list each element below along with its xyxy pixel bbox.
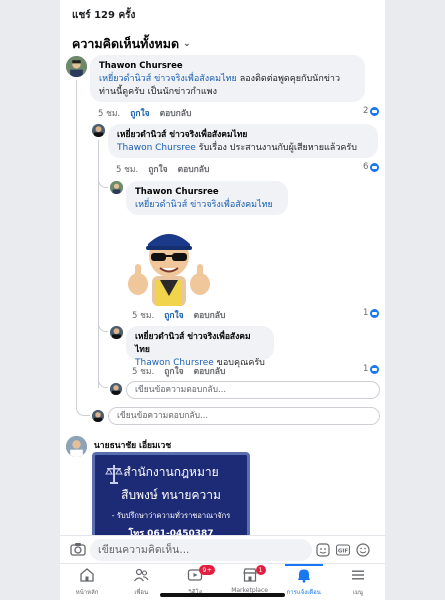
comment-bubble: เหยี่ยวดำนิวส์ ข่าวจริงเพื่อสังคมไทย Tha… xyxy=(108,124,378,158)
like-reaction-icon xyxy=(370,308,380,318)
comment-author[interactable]: เหยี่ยวดำนิวส์ ข่าวจริงเพื่อสังคมไทย xyxy=(135,331,265,357)
thread-elbow xyxy=(98,376,108,388)
comment-time: 5 ชม. xyxy=(98,109,121,119)
share-count[interactable]: แชร์ 129 ครั้ง xyxy=(72,8,135,23)
sticker-icon[interactable] xyxy=(316,543,330,557)
reaction-count[interactable]: 1 xyxy=(363,308,380,318)
like-button[interactable]: ถูกใจ xyxy=(164,308,183,322)
thread-elbow xyxy=(98,176,108,188)
reaction-count[interactable]: 2 xyxy=(363,106,380,116)
thread-elbow xyxy=(98,316,108,332)
comment-author[interactable]: นายธนาชัย เอี่ยมเวช xyxy=(94,438,171,452)
avatar[interactable] xyxy=(66,436,87,457)
tab-menu[interactable]: เมนู xyxy=(331,564,385,600)
ad-subtitle: สืบพงษ์ ทนายความ xyxy=(121,488,221,502)
reaction-count[interactable]: 1 xyxy=(363,364,380,374)
like-button[interactable]: ถูกใจ xyxy=(148,162,167,176)
reply-button[interactable]: ตอบกลับ xyxy=(178,162,210,176)
reaction-count[interactable]: 6 xyxy=(363,162,380,172)
thread-line xyxy=(76,80,77,410)
avatar[interactable] xyxy=(92,124,105,137)
ad-description: - รับปรึกษาว่าความทั่วราชอาณาจักร xyxy=(111,511,231,520)
mention-link[interactable]: เหยี่ยวดำนิวส์ ข่าวจริงเพื่อสังคมไทย xyxy=(99,74,237,84)
thread-elbow xyxy=(76,404,90,416)
like-reaction-icon xyxy=(370,364,380,374)
tab-label: เมนู xyxy=(352,589,363,596)
avatar[interactable] xyxy=(110,326,123,339)
tab-label: หน้าหลัก xyxy=(75,589,99,596)
comment-time: 5 ชม. xyxy=(132,367,155,377)
scales-of-justice-icon xyxy=(105,465,123,484)
reply-input[interactable]: เขียนข้อความตอบกลับ... xyxy=(126,381,380,399)
comment-time: 5 ชม. xyxy=(132,311,155,321)
reaction-number: 2 xyxy=(363,106,369,116)
comment-author[interactable]: Thawon Chursree xyxy=(135,186,279,199)
comment-author[interactable]: เหยี่ยวดำนิวส์ ข่าวจริงเพื่อสังคมไทย xyxy=(117,129,369,142)
comment-text: เหยี่ยวดำนิวส์ ข่าวจริงเพื่อสังคมไทย xyxy=(135,199,279,213)
comment-text: Thawon Chursree รับเรื่อง ประสานงานกับผู… xyxy=(117,142,369,156)
avatar[interactable] xyxy=(110,181,123,194)
like-button[interactable]: ถูกใจ xyxy=(130,106,149,120)
chevron-down-icon: ⌄ xyxy=(183,39,191,49)
reply-button[interactable]: ตอบกลับ xyxy=(194,364,226,378)
friends-icon xyxy=(134,568,149,582)
mention-link[interactable]: เหยี่ยวดำนิวส์ ข่าวจริงเพื่อสังคมไทย xyxy=(135,200,273,210)
like-reaction-icon xyxy=(370,106,380,116)
like-button[interactable]: ถูกใจ xyxy=(164,364,183,378)
comment-input-placeholder: เขียนความคิดเห็น... xyxy=(98,544,190,556)
avatar[interactable] xyxy=(66,56,87,77)
like-reaction-icon xyxy=(370,162,380,172)
notification-badge: 1 xyxy=(255,565,266,575)
reaction-number: 1 xyxy=(363,364,369,374)
comment-body: รับเรื่อง ประสานงานกับผู้เสียหายแล้วครับ xyxy=(195,142,357,153)
comment-text: เหยี่ยวดำนิวส์ ข่าวจริงเพื่อสังคมไทย ลอง… xyxy=(99,73,356,100)
svg-text:GIF: GIF xyxy=(338,549,349,555)
comment-actions: 5 ชม. ถูกใจ ตอบกลับ xyxy=(132,308,225,322)
notification-badge: 9+ xyxy=(199,565,215,575)
reaction-number: 1 xyxy=(363,308,369,318)
comments-screen: แชร์ 129 ครั้ง ความคิดเห็นทั้งหมด ⌄ Thaw… xyxy=(60,0,385,600)
avatar xyxy=(110,383,122,395)
camera-icon[interactable] xyxy=(70,542,86,556)
comment-author[interactable]: Thawon Chursree xyxy=(99,60,356,73)
comment-time: 5 ชม. xyxy=(116,165,139,175)
comment-filter-dropdown[interactable]: ความคิดเห็นทั้งหมด ⌄ xyxy=(72,34,191,54)
comment-actions: 5 ชม. ถูกใจ ตอบกลับ xyxy=(98,106,191,120)
sticker-image[interactable] xyxy=(126,222,212,306)
bell-icon xyxy=(297,569,310,583)
comment-input[interactable]: เขียนความคิดเห็น... xyxy=(90,539,312,561)
comment-actions: 5 ชม. ถูกใจ ตอบกลับ xyxy=(132,364,225,378)
comment-filter-label: ความคิดเห็นทั้งหมด xyxy=(72,36,180,51)
comment-image[interactable]: สำนักงานกฎหมาย สืบพงษ์ ทนายความ - รับปรึ… xyxy=(92,452,250,542)
comment-bubble: Thawon Chursree เหยี่ยวดำนิวส์ ข่าวจริงเ… xyxy=(90,55,365,102)
gif-icon[interactable]: GIF xyxy=(336,543,350,557)
home-indicator[interactable] xyxy=(160,593,285,597)
comment-actions: 5 ชม. ถูกใจ ตอบกลับ xyxy=(116,162,209,176)
reply-button[interactable]: ตอบกลับ xyxy=(160,106,192,120)
mention-link[interactable]: Thawon Chursree xyxy=(117,143,196,153)
comment-bubble: เหยี่ยวดำนิวส์ ข่าวจริงเพื่อสังคมไทย Tha… xyxy=(126,326,274,368)
emoji-icon[interactable] xyxy=(356,543,370,557)
reaction-number: 6 xyxy=(363,162,369,172)
reply-button[interactable]: ตอบกลับ xyxy=(194,308,226,322)
home-icon xyxy=(80,568,94,582)
menu-icon xyxy=(351,570,364,580)
comment-bubble: Thawon Chursree เหยี่ยวดำนิวส์ ข่าวจริงเ… xyxy=(126,181,288,215)
comment-compose-bar: เขียนความคิดเห็น... GIF xyxy=(60,535,385,563)
tab-home[interactable]: หน้าหลัก xyxy=(60,564,114,600)
reply-input[interactable]: เขียนข้อความตอบกลับ... xyxy=(108,407,380,425)
avatar xyxy=(92,410,104,422)
